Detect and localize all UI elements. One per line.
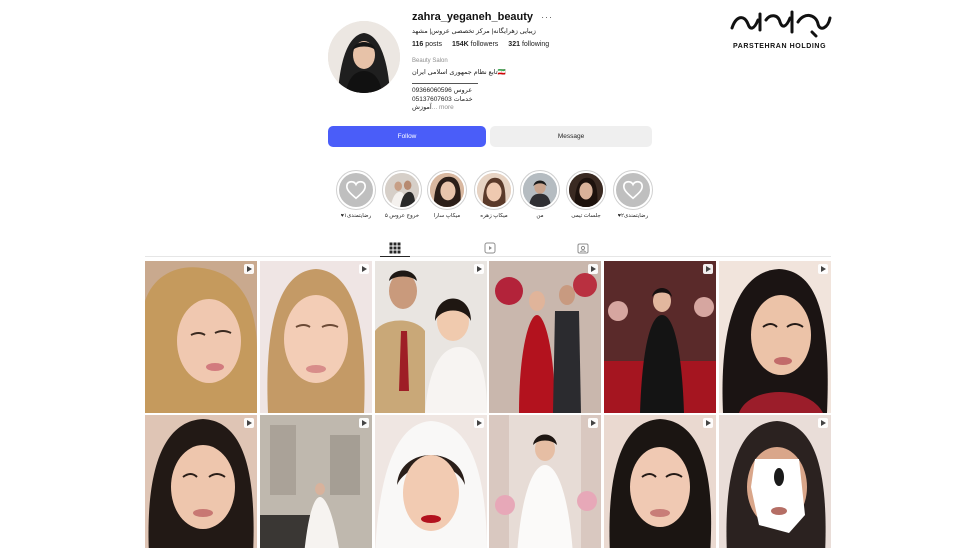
reel-badge-icon [703,264,714,274]
logo-script [730,10,832,38]
posts-count-stat[interactable]: 116 posts [412,41,442,48]
post-image [145,415,257,548]
post-thumbnail[interactable] [259,261,372,413]
post-image [374,261,487,413]
options-menu-icon[interactable]: ··· [541,13,553,22]
post-image [489,415,602,548]
bio-more-link[interactable]: ... more [432,104,454,111]
bio-divider [412,83,478,84]
reel-badge-icon [817,418,828,428]
highlight-item[interactable]: میکاپ سارا [425,170,469,219]
post-image [374,415,487,548]
reel-badge-icon [244,264,254,274]
bio-line-3: 05137607603 خدمات [412,96,473,103]
following-count-stat[interactable]: 321 following [508,41,549,48]
tagged-icon[interactable] [577,242,589,254]
highlight-cover [477,173,511,207]
followers-count-stat[interactable]: 154K followers [452,41,498,48]
highlight-item[interactable]: ♥رضایتمندی۲ [611,170,655,219]
logo-caption: PARSTEHRAN HOLDING [733,43,827,50]
highlight-item[interactable]: ♥رضایتمندی۱ [334,170,378,219]
post-thumbnail[interactable] [604,261,717,413]
post-thumbnail[interactable] [718,261,831,413]
reel-badge-icon [244,418,254,428]
reel-badge-icon [358,418,369,428]
grid-icon[interactable] [389,242,401,254]
active-tab-indicator [380,256,410,257]
post-image [718,261,831,413]
tabs-divider [145,256,831,257]
post-thumbnail[interactable] [145,261,257,413]
heart-icon [616,173,650,207]
watermark-logo: PARSTEHRAN HOLDING [724,6,834,50]
message-button[interactable]: Message [490,126,652,147]
profile-stats: 116 posts 154K followers 321 following [412,41,549,48]
post-image [145,261,257,413]
profile-username: zahra_yeganeh_beauty [412,11,534,23]
post-thumbnail[interactable] [145,415,257,548]
reels-icon[interactable] [484,242,496,254]
bio-line-1: تابع نظام جمهوری اسلامی ایران🇮🇷 [412,69,506,76]
posts-grid [145,261,831,548]
reel-badge-icon [473,418,484,428]
highlight-label: ♥رضایتمندی۲ [617,213,649,219]
bio-line-2: 09366060596 عروس [412,87,473,94]
bio-line-4: آموزش... more [412,104,454,111]
post-image [259,261,372,413]
post-image [259,415,372,548]
highlight-cover [430,173,464,207]
post-thumbnail[interactable] [489,415,602,548]
reel-badge-icon [703,418,714,428]
profile-bio-title: زیبایی زهرایگانه| مرکز تخصصی عروس| مشهد [412,28,536,35]
post-thumbnail[interactable] [489,261,602,413]
profile-category: Beauty Salon [412,58,448,64]
avatar-image [328,21,400,93]
highlight-item[interactable]: من [518,170,562,219]
highlight-cover [385,173,419,207]
post-thumbnail[interactable] [259,415,372,548]
post-image [604,261,717,413]
profile-avatar[interactable] [328,21,400,93]
heart-icon [339,173,373,207]
highlight-cover [523,173,557,207]
post-image [604,415,717,548]
reel-badge-icon [588,264,599,274]
reel-badge-icon [588,418,599,428]
highlight-item[interactable]: خروج عروس ۵ [380,170,424,219]
post-image [489,261,602,413]
reel-badge-icon [817,264,828,274]
post-thumbnail[interactable] [374,261,487,413]
highlight-item[interactable]: میکاپ زهره [472,170,516,219]
post-thumbnail[interactable] [718,415,831,548]
post-thumbnail[interactable] [604,415,717,548]
reel-badge-icon [473,264,484,274]
highlight-cover [569,173,603,207]
follow-button[interactable]: Follow [328,126,486,147]
post-image [718,415,831,548]
highlight-item[interactable]: جلسات تیمی [564,170,608,219]
post-thumbnail[interactable] [374,415,487,548]
reel-badge-icon [358,264,369,274]
